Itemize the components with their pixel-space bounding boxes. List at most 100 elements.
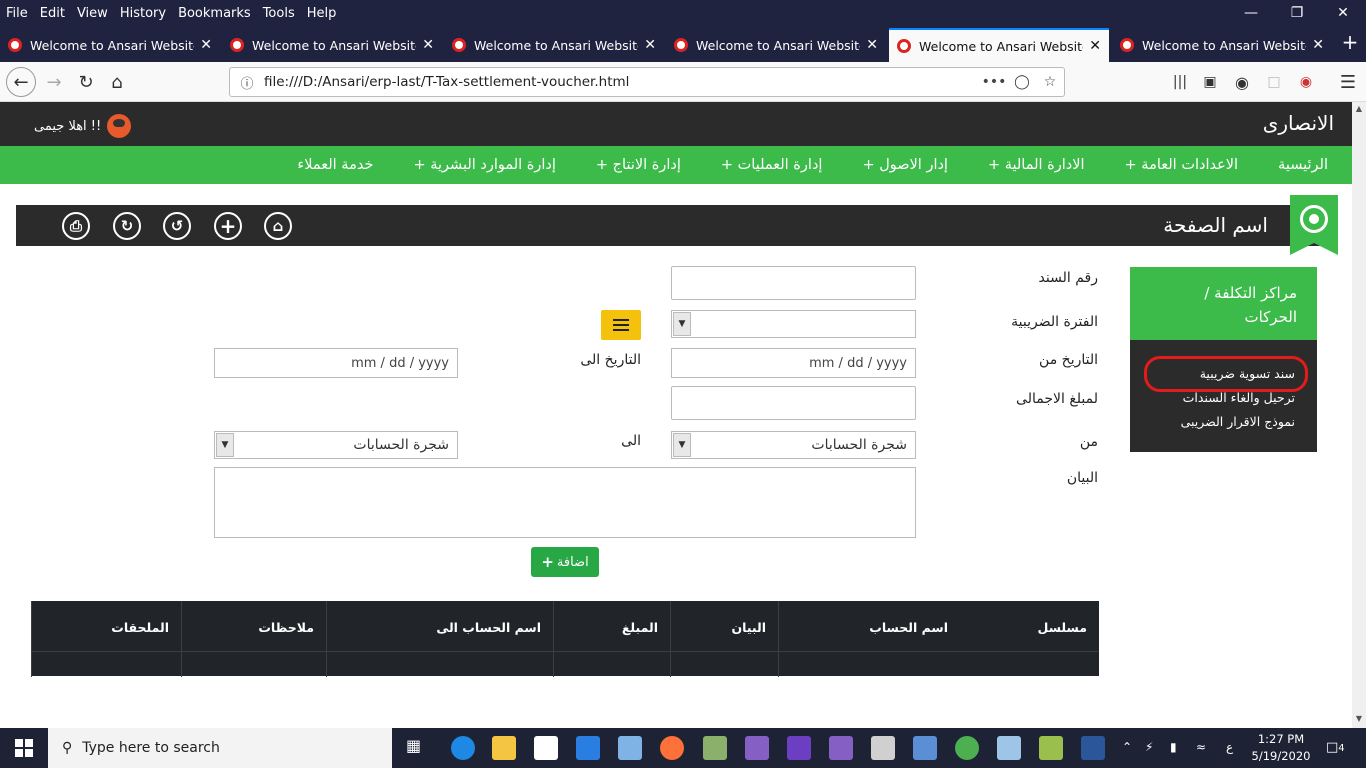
- menu-view[interactable]: View: [71, 6, 114, 21]
- browser-tab[interactable]: Welcome to Ansari Website ✕: [666, 28, 886, 62]
- visual-studio-icon[interactable]: [745, 736, 769, 760]
- close-tab-icon[interactable]: ✕: [1089, 38, 1101, 54]
- menu-bookmarks[interactable]: Bookmarks: [172, 6, 257, 21]
- chrome-icon[interactable]: [955, 736, 979, 760]
- notification-icon[interactable]: □4: [1326, 740, 1345, 755]
- visual-studio-icon[interactable]: [829, 736, 853, 760]
- wifi-icon[interactable]: ≈: [1196, 740, 1206, 754]
- browser-tab-active[interactable]: Welcome to Ansari Website ✕: [889, 28, 1109, 62]
- list-menu-button[interactable]: [601, 310, 641, 340]
- scroll-up-icon[interactable]: ▲: [1354, 104, 1364, 113]
- language-indicator[interactable]: ع: [1226, 740, 1233, 754]
- side-link-post-cancel[interactable]: ترحيل والغاء السندات: [1183, 390, 1295, 405]
- nav-operations[interactable]: إدارة العمليات +: [721, 157, 823, 173]
- reload-icon[interactable]: ↻: [72, 68, 100, 96]
- date-from-label: التاريخ من: [1039, 352, 1098, 368]
- bookmark-star-icon[interactable]: ☆: [1036, 74, 1064, 90]
- sidebar-icon[interactable]: ▣: [1196, 68, 1224, 96]
- search-icon: ⚲: [62, 740, 73, 756]
- tax-period-select[interactable]: ▼: [671, 310, 916, 338]
- nav-general-settings[interactable]: الاعدادات العامة +: [1125, 157, 1239, 173]
- home-icon[interactable]: ⌂: [264, 212, 292, 240]
- nav-assets[interactable]: إدار الاصول +: [862, 157, 948, 173]
- print-icon[interactable]: ⎙: [62, 212, 90, 240]
- vertical-scrollbar[interactable]: ▲ ▼: [1352, 102, 1366, 728]
- new-tab-icon[interactable]: +: [1338, 30, 1362, 58]
- close-tab-icon[interactable]: ✕: [866, 37, 878, 53]
- total-amount-input[interactable]: [671, 386, 916, 420]
- nav-home[interactable]: الرئيسية: [1278, 157, 1328, 173]
- start-button[interactable]: [0, 728, 48, 768]
- back-icon[interactable]: ←: [6, 67, 36, 97]
- voucher-no-input[interactable]: [671, 266, 916, 300]
- file-explorer-icon[interactable]: [492, 736, 516, 760]
- taskbar-search[interactable]: ⚲ Type here to search: [48, 728, 392, 768]
- menu-file[interactable]: File: [0, 6, 34, 21]
- app-icon[interactable]: [618, 736, 642, 760]
- browser-tab[interactable]: Welcome to Ansari Website ✕: [1112, 28, 1332, 62]
- date-from-input[interactable]: mm / dd / yyyy: [671, 348, 916, 378]
- site-brand[interactable]: الانصارى: [1263, 111, 1334, 135]
- nav-hr[interactable]: إدارة الموارد البشرية +: [413, 157, 555, 173]
- url-text[interactable]: file:///D:/Ansari/erp-last/T-Tax-settlem…: [258, 74, 980, 90]
- browser-tab[interactable]: Welcome to Ansari Website ✕: [0, 28, 220, 62]
- scroll-down-icon[interactable]: ▼: [1354, 714, 1364, 723]
- store-icon[interactable]: [534, 736, 558, 760]
- info-icon[interactable]: ⓘ: [236, 73, 258, 92]
- battery-icon[interactable]: ▮: [1170, 740, 1177, 754]
- hamburger-menu-icon[interactable]: ☰: [1334, 68, 1362, 96]
- close-tab-icon[interactable]: ✕: [644, 37, 656, 53]
- nav-financial[interactable]: الادارة المالية +: [988, 157, 1085, 173]
- side-link-tax-return[interactable]: نموذج الاقرار الضريبى: [1181, 414, 1295, 429]
- account-icon[interactable]: ◉: [1228, 68, 1256, 96]
- app-icon[interactable]: [1039, 736, 1063, 760]
- chevron-up-icon[interactable]: ⌃: [1122, 740, 1132, 754]
- library-icon[interactable]: |||: [1166, 68, 1194, 96]
- app-icon[interactable]: [997, 736, 1021, 760]
- task-view-icon[interactable]: ▦: [406, 736, 430, 760]
- close-window-icon[interactable]: ✕: [1320, 0, 1366, 26]
- paint-icon[interactable]: [871, 736, 895, 760]
- browser-tab[interactable]: Welcome to Ansari Website ✕: [222, 28, 442, 62]
- menu-edit[interactable]: Edit: [34, 6, 71, 21]
- browser-tab[interactable]: Welcome to Ansari Website ✕: [444, 28, 664, 62]
- firefox-icon[interactable]: [660, 736, 684, 760]
- close-tab-icon[interactable]: ✕: [1312, 37, 1324, 53]
- mail-icon[interactable]: [576, 736, 600, 760]
- add-button[interactable]: + اضافة: [531, 547, 599, 577]
- add-icon[interactable]: +: [214, 212, 242, 240]
- menu-help[interactable]: Help: [301, 6, 343, 21]
- extension-shield-icon[interactable]: ◉: [1292, 68, 1320, 96]
- panel-header: اسم الصفحة ⎙ ↻ ↺ + ⌂: [16, 205, 1336, 246]
- clock-date: 5/19/2020: [1251, 749, 1311, 763]
- tool-icon[interactable]: [703, 736, 727, 760]
- address-bar[interactable]: ⓘ file:///D:/Ansari/erp-last/T-Tax-settl…: [229, 67, 1065, 97]
- page-actions-icon[interactable]: •••: [980, 74, 1008, 90]
- user-greeting[interactable]: اهلا جيمى !!: [34, 114, 132, 138]
- visual-studio-icon[interactable]: [787, 736, 811, 760]
- minimize-icon[interactable]: —: [1228, 0, 1274, 26]
- description-textarea[interactable]: [214, 467, 916, 538]
- network-icon[interactable]: ⚡: [1145, 740, 1153, 754]
- nav-production[interactable]: إدارة الانتاج +: [596, 157, 681, 173]
- home-icon[interactable]: ⌂: [103, 68, 131, 96]
- nav-customer-service[interactable]: خدمة العملاء: [297, 157, 373, 173]
- menu-tools[interactable]: Tools: [257, 6, 301, 21]
- pocket-icon[interactable]: ◯: [1008, 74, 1036, 90]
- date-to-input[interactable]: mm / dd / yyyy: [214, 348, 458, 378]
- extension-icon[interactable]: □: [1260, 68, 1288, 96]
- edge-icon[interactable]: [451, 736, 475, 760]
- avatar[interactable]: [107, 114, 132, 138]
- app-icon[interactable]: [913, 736, 937, 760]
- forward-icon[interactable]: →: [40, 68, 68, 96]
- restore-icon[interactable]: ❐: [1274, 0, 1320, 26]
- menu-history[interactable]: History: [114, 6, 172, 21]
- clock[interactable]: 1:27 PM 5/19/2020: [1250, 731, 1312, 765]
- from-account-select[interactable]: ▼ شجرة الحسابات: [671, 431, 916, 459]
- undo-icon[interactable]: ↺: [163, 212, 191, 240]
- word-icon[interactable]: [1081, 736, 1105, 760]
- refresh-icon[interactable]: ↻: [113, 212, 141, 240]
- close-tab-icon[interactable]: ✕: [200, 37, 212, 53]
- close-tab-icon[interactable]: ✕: [422, 37, 434, 53]
- to-account-select[interactable]: ▼ شجرة الحسابات: [214, 431, 458, 459]
